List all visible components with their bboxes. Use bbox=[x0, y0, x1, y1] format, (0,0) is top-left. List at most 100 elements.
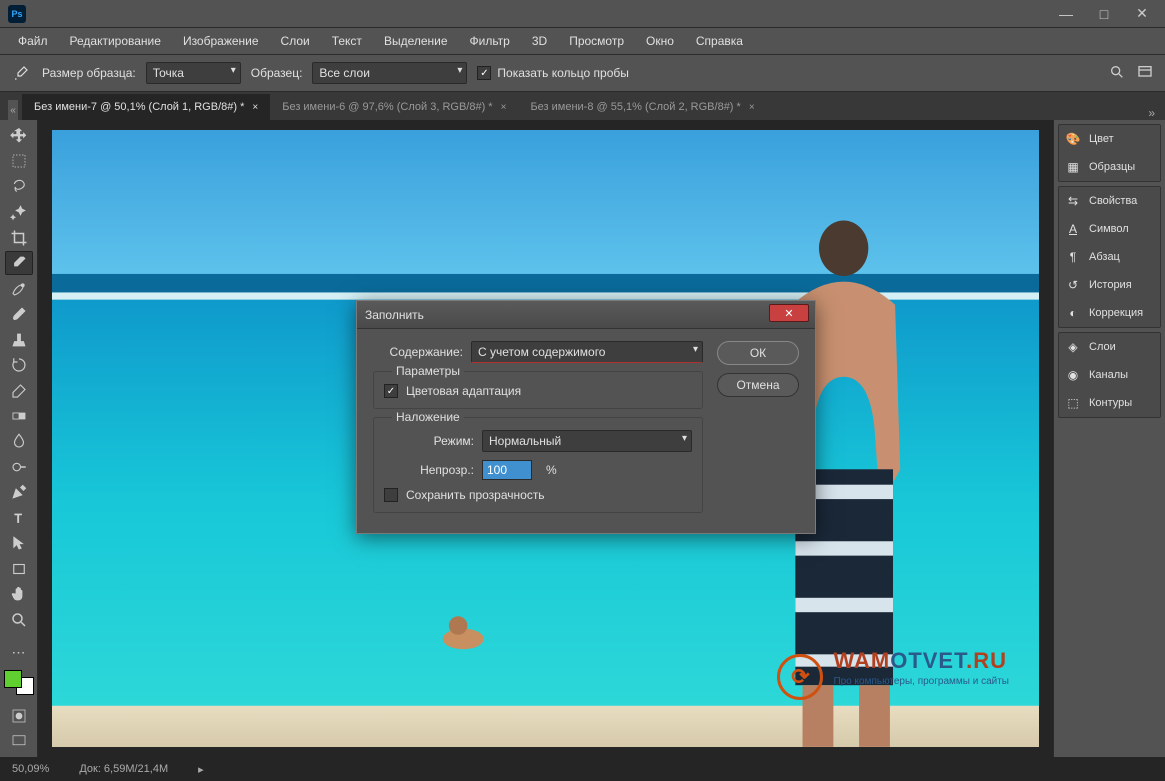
maximize-button[interactable]: □ bbox=[1089, 4, 1119, 24]
sample-size-dropdown[interactable]: Точка bbox=[146, 62, 241, 84]
show-sampling-ring-checkbox[interactable]: Показать кольцо пробы bbox=[477, 66, 628, 80]
color-swatches[interactable] bbox=[4, 670, 34, 695]
screen-mode-tool[interactable] bbox=[5, 729, 33, 752]
history-icon: ↺ bbox=[1065, 277, 1081, 293]
eyedropper-icon bbox=[10, 62, 32, 84]
menu-help[interactable]: Справка bbox=[686, 30, 753, 52]
fill-dialog: Заполнить ✕ Содержание: С учетом содержи… bbox=[356, 300, 816, 534]
dialog-titlebar[interactable]: Заполнить ✕ bbox=[357, 301, 815, 329]
tab-label: Без имени-8 @ 55,1% (Слой 2, RGB/8#) * bbox=[530, 101, 740, 113]
blur-tool[interactable] bbox=[5, 430, 33, 453]
cancel-button[interactable]: Отмена bbox=[717, 373, 799, 397]
healing-brush-tool[interactable] bbox=[5, 277, 33, 300]
brush-tool[interactable] bbox=[5, 303, 33, 326]
document-tab[interactable]: Без имени-7 @ 50,1% (Слой 1, RGB/8#) * × bbox=[22, 94, 270, 120]
move-tool[interactable] bbox=[5, 124, 33, 147]
zoom-level[interactable]: 50,09% bbox=[12, 763, 49, 775]
panel-group-layers: ◈ Слои ◉ Каналы ⬚ Контуры bbox=[1058, 332, 1161, 418]
panel-color[interactable]: 🎨 Цвет bbox=[1059, 125, 1160, 153]
edit-toolbar[interactable]: ⋯ bbox=[5, 640, 33, 663]
menu-file[interactable]: Файл bbox=[8, 30, 58, 52]
blending-fieldset: Наложение Режим: Нормальный Непрозр.: % … bbox=[373, 417, 703, 513]
menu-type[interactable]: Текст bbox=[322, 30, 372, 52]
panel-label: Абзац bbox=[1089, 251, 1120, 263]
color-adaptation-checkbox[interactable]: Цветовая адаптация bbox=[384, 384, 692, 398]
app-logo: Ps bbox=[8, 5, 26, 23]
gradient-tool[interactable] bbox=[5, 404, 33, 427]
eraser-tool[interactable] bbox=[5, 379, 33, 402]
panel-channels[interactable]: ◉ Каналы bbox=[1059, 361, 1160, 389]
menu-edit[interactable]: Редактирование bbox=[60, 30, 171, 52]
tab-close-icon[interactable]: × bbox=[749, 102, 755, 113]
panel-label: Контуры bbox=[1089, 397, 1132, 409]
workspace-icon[interactable] bbox=[1137, 64, 1155, 82]
document-info[interactable]: Док: 6,59M/21,4M bbox=[79, 763, 168, 775]
tab-close-icon[interactable]: × bbox=[501, 102, 507, 113]
menu-window[interactable]: Окно bbox=[636, 30, 684, 52]
window-controls: — □ ✕ bbox=[1051, 4, 1157, 24]
status-chevron[interactable]: ▸ bbox=[198, 763, 204, 776]
menu-image[interactable]: Изображение bbox=[173, 30, 269, 52]
lasso-tool[interactable] bbox=[5, 175, 33, 198]
panel-history[interactable]: ↺ История bbox=[1059, 271, 1160, 299]
panel-label: История bbox=[1089, 279, 1132, 291]
document-tab[interactable]: Без имени-8 @ 55,1% (Слой 2, RGB/8#) * × bbox=[518, 94, 766, 120]
panel-layers[interactable]: ◈ Слои bbox=[1059, 333, 1160, 361]
tab-overflow[interactable]: » bbox=[1142, 106, 1161, 120]
sample-dropdown[interactable]: Все слои bbox=[312, 62, 467, 84]
panel-character[interactable]: A Символ bbox=[1059, 215, 1160, 243]
menu-layers[interactable]: Слои bbox=[271, 30, 320, 52]
tab-scroll-left[interactable]: « bbox=[8, 100, 18, 120]
close-button[interactable]: ✕ bbox=[1127, 4, 1157, 24]
opacity-label: Непрозр.: bbox=[384, 463, 474, 477]
ok-button[interactable]: ОК bbox=[717, 341, 799, 365]
marquee-tool[interactable] bbox=[5, 149, 33, 172]
swatches-icon: ▦ bbox=[1065, 159, 1081, 175]
foreground-color-swatch[interactable] bbox=[4, 670, 22, 688]
minimize-button[interactable]: — bbox=[1051, 4, 1081, 24]
preserve-transparency-checkbox[interactable]: Сохранить прозрачность bbox=[384, 488, 692, 502]
search-icon[interactable] bbox=[1109, 64, 1127, 82]
path-select-tool[interactable] bbox=[5, 532, 33, 555]
menu-3d[interactable]: 3D bbox=[522, 30, 557, 52]
panel-properties[interactable]: ⇆ Свойства bbox=[1059, 187, 1160, 215]
panel-label: Цвет bbox=[1089, 133, 1114, 145]
opacity-input[interactable] bbox=[482, 460, 532, 480]
preserve-label: Сохранить прозрачность bbox=[406, 488, 545, 502]
document-tabs: « Без имени-7 @ 50,1% (Слой 1, RGB/8#) *… bbox=[0, 92, 1165, 120]
quick-mask-tool[interactable] bbox=[5, 704, 33, 727]
eyedropper-tool[interactable] bbox=[5, 251, 33, 275]
document-tab[interactable]: Без имени-6 @ 97,6% (Слой 3, RGB/8#) * × bbox=[270, 94, 518, 120]
zoom-tool[interactable] bbox=[5, 608, 33, 631]
clone-stamp-tool[interactable] bbox=[5, 328, 33, 351]
panel-paragraph[interactable]: ¶ Абзац bbox=[1059, 243, 1160, 271]
panel-label: Каналы bbox=[1089, 369, 1128, 381]
parameters-fieldset: Параметры Цветовая адаптация bbox=[373, 371, 703, 409]
panel-adjustments[interactable]: ◐ Коррекция bbox=[1059, 299, 1160, 327]
dialog-close-button[interactable]: ✕ bbox=[769, 304, 809, 322]
panel-group-properties: ⇆ Свойства A Символ ¶ Абзац ↺ История ◐ … bbox=[1058, 186, 1161, 328]
menu-filter[interactable]: Фильтр bbox=[460, 30, 520, 52]
menu-select[interactable]: Выделение bbox=[374, 30, 458, 52]
history-brush-tool[interactable] bbox=[5, 353, 33, 376]
menu-view[interactable]: Просмотр bbox=[559, 30, 634, 52]
content-dropdown[interactable]: С учетом содержимого bbox=[471, 341, 703, 363]
rectangle-tool[interactable] bbox=[5, 557, 33, 580]
hand-tool[interactable] bbox=[5, 582, 33, 605]
mode-label: Режим: bbox=[384, 434, 474, 448]
magic-wand-tool[interactable] bbox=[5, 200, 33, 223]
type-tool[interactable]: T bbox=[5, 506, 33, 529]
dodge-tool[interactable] bbox=[5, 455, 33, 478]
pen-tool[interactable] bbox=[5, 481, 33, 504]
mode-dropdown[interactable]: Нормальный bbox=[482, 430, 692, 452]
crop-tool[interactable] bbox=[5, 226, 33, 249]
tab-close-icon[interactable]: × bbox=[252, 102, 258, 113]
panel-paths[interactable]: ⬚ Контуры bbox=[1059, 389, 1160, 417]
color-icon: 🎨 bbox=[1065, 131, 1081, 147]
color-adaptation-label: Цветовая адаптация bbox=[406, 384, 521, 398]
checkbox-icon bbox=[384, 384, 398, 398]
panel-label: Коррекция bbox=[1089, 307, 1143, 319]
panel-swatches[interactable]: ▦ Образцы bbox=[1059, 153, 1160, 181]
checkbox-icon bbox=[384, 488, 398, 502]
character-icon: A bbox=[1065, 221, 1081, 237]
